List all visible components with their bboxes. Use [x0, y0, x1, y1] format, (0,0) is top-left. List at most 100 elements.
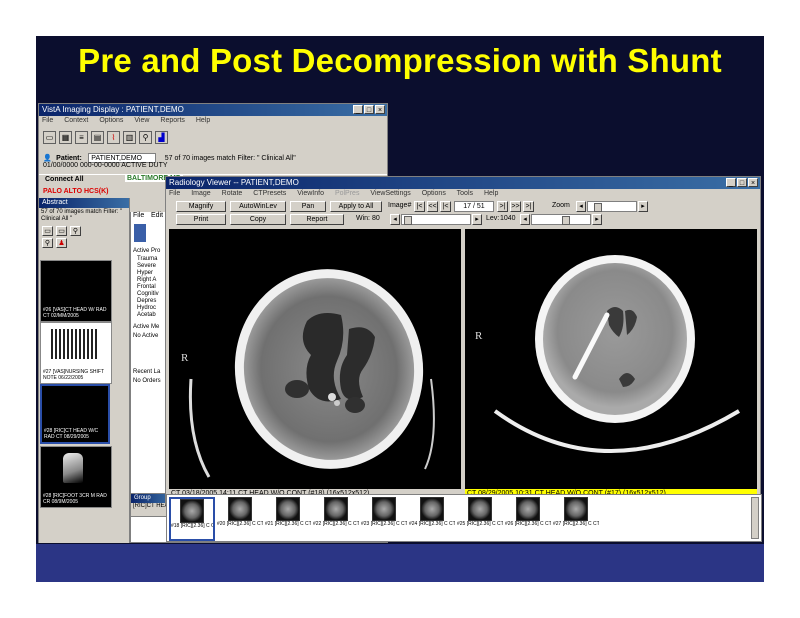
vista-menubar: File Context Options View Reports Help	[39, 116, 387, 126]
thumbnail-label: #28 [RIC]CT HEAD W/C RAD CT 08/29/2005	[44, 428, 99, 440]
problem-item[interactable]: Cognitiv	[137, 291, 159, 298]
maximize-icon[interactable]: □	[737, 178, 747, 187]
viewer-menu-rotate[interactable]: Rotate	[222, 190, 243, 197]
ct-image-pre[interactable]: R	[169, 229, 461, 489]
problem-item[interactable]: Depres	[137, 298, 159, 305]
ekg-icon[interactable]: ⌇	[107, 131, 120, 144]
viewer-menu-viewinfo[interactable]: ViewInfo	[297, 190, 324, 197]
report-button[interactable]: Report	[290, 214, 344, 225]
zoom-label: Zoom	[552, 202, 570, 209]
thumbnail[interactable]: #28 [RIC]FOOT 3CR M RAD CR 08/9M/2005	[40, 446, 112, 508]
zoom-slider[interactable]	[587, 201, 637, 212]
footer-band	[36, 544, 764, 582]
strip-thumbnail[interactable]: #22 [RIC][2.36] C CT 08/29/20	[313, 497, 359, 541]
problem-item[interactable]: Hyper	[137, 270, 159, 277]
tab-connect-all[interactable]: Connect All	[45, 176, 84, 183]
problem-item[interactable]: Severe	[137, 263, 159, 270]
image-counter[interactable]: 17 / 51	[454, 201, 494, 212]
clinical-menu-edit[interactable]: Edit	[151, 212, 163, 219]
lev-left-arrow[interactable]: ◂	[520, 214, 530, 225]
viewer-menu-ctpresets[interactable]: CTPresets	[253, 190, 286, 197]
strip-image	[564, 497, 588, 521]
viewer-menu-file[interactable]: File	[169, 190, 180, 197]
zoom-thumb[interactable]	[594, 203, 602, 212]
strip-thumbnail[interactable]: #26 [RIC][2.36] C CT 08/29/20	[505, 497, 551, 541]
menu-help[interactable]: Help	[196, 117, 210, 124]
strip-image	[180, 499, 204, 523]
strip-thumbnail[interactable]: #27 [RIC][2.36] C CT 08/29/20	[553, 497, 599, 541]
close-icon[interactable]: ×	[748, 178, 758, 187]
lev-slider[interactable]	[531, 214, 591, 225]
viewer-toolbar: Magnify AutoWinLev Pan Apply to All Prin…	[166, 199, 760, 229]
menu-reports[interactable]: Reports	[160, 117, 185, 124]
prev-image-button[interactable]: <<	[427, 201, 438, 212]
grid-icon[interactable]: ▦	[59, 131, 72, 144]
problem-item[interactable]: Hydroc	[137, 305, 159, 312]
clinical-menu-file[interactable]: File	[133, 212, 144, 219]
zoom-left-arrow[interactable]: ◂	[576, 201, 586, 212]
strip-label: #18 [RIC][2.36] C CT 08/29/20	[171, 523, 213, 529]
menu-view[interactable]: View	[134, 117, 149, 124]
viewer-titlebar[interactable]: Radiology Viewer -- PATIENT,DEMO _ □ ×	[166, 177, 760, 189]
strip-thumbnail[interactable]: #21 [RIC][2.36] C CT 08/29/20	[265, 497, 311, 541]
win-left-arrow[interactable]: ◂	[390, 214, 400, 225]
chart-icon[interactable]: ▟	[155, 131, 168, 144]
active-problems-label: Active Pro	[133, 248, 161, 254]
autowinlev-button[interactable]: AutoWinLev	[230, 201, 286, 212]
win-right-arrow[interactable]: ▸	[472, 214, 482, 225]
viewer-menu-help[interactable]: Help	[484, 190, 498, 197]
magnify-button[interactable]: Magnify	[176, 201, 226, 212]
viewer-menu-tools[interactable]: Tools	[457, 190, 473, 197]
next-image-button[interactable]: >>	[510, 201, 521, 212]
list-icon[interactable]: ≡	[75, 131, 88, 144]
copy-button[interactable]: Copy	[230, 214, 286, 225]
orientation-marker: R	[181, 352, 189, 364]
menu-options[interactable]: Options	[99, 117, 123, 124]
vista-titlebar[interactable]: VistA Imaging Display : PATIENT,DEMO _ □…	[39, 104, 387, 116]
zoom-right-arrow[interactable]: ▸	[638, 201, 648, 212]
strip-thumbnail[interactable]: #20 [RIC][2.36] C CT 08/29/20	[217, 497, 263, 541]
close-icon[interactable]: ×	[375, 105, 385, 114]
strip-label: #22 [RIC][2.36] C CT 08/29/20	[313, 521, 359, 527]
strip-thumbnail[interactable]: #24 [RIC][2.36] C CT 08/29/20	[409, 497, 455, 541]
apply-to-all-button[interactable]: Apply to All	[330, 201, 382, 212]
menu-context[interactable]: Context	[64, 117, 88, 124]
first-image-button[interactable]: |<	[414, 201, 425, 212]
thumbnail[interactable]: #27 [VAS]NURSING SHIFT NOTE 06/22/2005	[40, 322, 112, 384]
folder-icon[interactable]: ▤	[91, 131, 104, 144]
patient-id-line: 01/00/0000 000-00-0000 ACTIVE DUTY	[43, 162, 168, 169]
lev-thumb[interactable]	[562, 216, 570, 225]
strip-thumbnail[interactable]: #23 [RIC][2.36] C CT 08/29/20	[361, 497, 407, 541]
strip-thumbnail[interactable]: #25 [RIC][2.36] C CT 08/29/20	[457, 497, 503, 541]
menu-file[interactable]: File	[42, 117, 53, 124]
step-back-button[interactable]: |<	[440, 201, 451, 212]
thumbnail-selected[interactable]: #28 [RIC]CT HEAD W/C RAD CT 08/29/2005	[40, 384, 110, 444]
maximize-icon[interactable]: □	[364, 105, 374, 114]
strip-scrollbar[interactable]	[751, 497, 759, 539]
thumbnail[interactable]: #26 [VAS]CT HEAD W/ RAD CT 02/MM/2005	[40, 260, 112, 322]
print-button[interactable]: Print	[176, 214, 226, 225]
problem-item[interactable]: Frontal	[137, 284, 159, 291]
minimize-icon[interactable]: _	[353, 105, 363, 114]
problem-item[interactable]: Trauma	[137, 256, 159, 263]
tool-icon[interactable]: ⚲	[139, 131, 152, 144]
strip-thumbnail-selected[interactable]: #18 [RIC][2.36] C CT 08/29/20	[169, 497, 215, 541]
pan-button[interactable]: Pan	[290, 201, 326, 212]
lev-right-arrow[interactable]: ▸	[592, 214, 602, 225]
viewer-menu-polpres[interactable]: PolPres	[335, 190, 360, 197]
problem-item[interactable]: Acetab	[137, 312, 159, 319]
layout-icon[interactable]: ▭	[43, 131, 56, 144]
document-icon[interactable]: ▥	[123, 131, 136, 144]
viewer-menu-viewsettings[interactable]: ViewSettings	[370, 190, 410, 197]
problem-item[interactable]: Right A	[137, 277, 159, 284]
step-forward-button[interactable]: >|	[497, 201, 508, 212]
win-slider[interactable]	[401, 214, 471, 225]
viewer-menu-image[interactable]: Image	[191, 190, 210, 197]
win-thumb[interactable]	[404, 216, 412, 225]
ct-image-post[interactable]: R	[465, 229, 757, 489]
viewer-menu-options[interactable]: Options	[422, 190, 446, 197]
strip-label: #27 [RIC][2.36] C CT 08/29/20	[553, 521, 599, 527]
minimize-icon[interactable]: _	[726, 178, 736, 187]
strip-image	[468, 497, 492, 521]
last-image-button[interactable]: >|	[523, 201, 534, 212]
